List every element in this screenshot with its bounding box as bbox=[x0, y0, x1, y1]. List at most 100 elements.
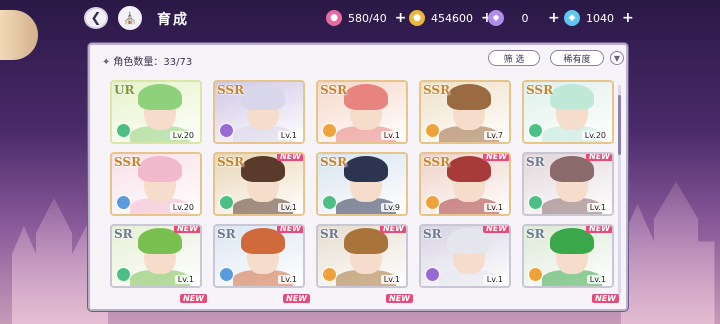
sort-rarity-button[interactable]: 稀有度 bbox=[550, 50, 604, 66]
top-bar: ❮ ⛪ 育成 ● 580/40 + ● 454600 + ◆ 0 + ◆ 104… bbox=[0, 0, 720, 36]
character-card[interactable]: SR Lv.1 NEW bbox=[316, 224, 408, 288]
rarity-badge: SSR bbox=[217, 155, 245, 169]
level-label: Lv.7 bbox=[483, 131, 506, 140]
character-card[interactable]: SSR Lv.7 bbox=[419, 80, 511, 144]
home-icon: ⛪ bbox=[123, 11, 137, 25]
attribute-icon bbox=[528, 195, 543, 210]
character-card[interactable]: SSR Lv.20 bbox=[110, 152, 202, 216]
level-label: Lv.1 bbox=[174, 275, 197, 284]
new-badge: NEW bbox=[586, 226, 612, 233]
attribute-icon bbox=[116, 123, 131, 138]
new-badge-next-row: NEW bbox=[283, 294, 310, 303]
blue-gem-icon: ◆ bbox=[564, 10, 580, 26]
character-card[interactable]: SR Lv.1 NEW bbox=[110, 224, 202, 288]
character-card[interactable]: SR Lv.1 NEW bbox=[213, 224, 305, 288]
character-card[interactable]: UR Lv.20 bbox=[110, 80, 202, 144]
character-count-label: 角色数量：33/73 bbox=[113, 57, 193, 68]
new-badge-next-row: NEW bbox=[386, 294, 413, 303]
attribute-icon bbox=[219, 267, 234, 282]
level-label: Lv.9 bbox=[380, 203, 403, 212]
purple-gem-icon: ◆ bbox=[488, 10, 504, 26]
scrollbar[interactable] bbox=[618, 85, 621, 295]
level-label: Lv.20 bbox=[169, 131, 197, 140]
add-blue-gem-button[interactable]: + bbox=[622, 10, 634, 26]
character-card[interactable]: SSR Lv.1 NEW bbox=[213, 152, 305, 216]
character-hair bbox=[344, 84, 388, 110]
back-arrow-icon: ❮ bbox=[90, 10, 102, 26]
new-badge: NEW bbox=[277, 154, 303, 161]
attribute-icon bbox=[219, 123, 234, 138]
character-grid: UR Lv.20 SSR Lv.1 SSR Lv.1 SSR Lv.7 SSR Lv.20 SSR L… bbox=[110, 80, 616, 310]
character-card[interactable]: SR Lv.1 NEW bbox=[522, 152, 614, 216]
add-purple-gem-button[interactable]: + bbox=[548, 10, 560, 26]
rarity-badge: SSR bbox=[320, 155, 348, 169]
add-candy-button[interactable]: + bbox=[395, 10, 407, 26]
attribute-icon bbox=[219, 195, 234, 210]
chevron-down-icon: ▼ bbox=[613, 53, 621, 63]
level-label: Lv.1 bbox=[277, 203, 300, 212]
character-card[interactable]: SSR Lv.20 bbox=[522, 80, 614, 144]
character-card[interactable]: SSR Lv.9 bbox=[316, 152, 408, 216]
character-card[interactable]: SSR Lv.1 bbox=[316, 80, 408, 144]
rarity-badge: SSR bbox=[114, 155, 142, 169]
rarity-badge: SSR bbox=[423, 155, 451, 169]
filter-button[interactable]: 筛 选 bbox=[488, 50, 540, 66]
attribute-icon bbox=[425, 195, 440, 210]
rarity-badge: UR bbox=[114, 83, 135, 97]
character-card[interactable]: SSR Lv.1 bbox=[213, 80, 305, 144]
level-label: Lv.1 bbox=[586, 203, 609, 212]
new-badge-next-row: NEW bbox=[180, 294, 207, 303]
character-hair bbox=[447, 84, 491, 110]
level-label: Lv.20 bbox=[169, 203, 197, 212]
level-label: Lv.1 bbox=[380, 275, 403, 284]
level-label: Lv.1 bbox=[483, 275, 506, 284]
new-badge: NEW bbox=[483, 154, 509, 161]
resource-purple-gem: ◆ 0 + bbox=[488, 8, 560, 28]
attribute-icon bbox=[528, 123, 543, 138]
page-title: 育成 bbox=[157, 12, 189, 28]
resource-purple-gem-value: 0 bbox=[521, 11, 529, 25]
new-badge-next-row: NEW bbox=[592, 294, 619, 303]
character-card[interactable]: SR Lv.1 NEW bbox=[419, 224, 511, 288]
sparkle-icon: ✦ bbox=[102, 57, 111, 68]
rarity-badge: SSR bbox=[217, 83, 245, 97]
character-panel: ✦ 角色数量：33/73 筛 选 稀有度 ▼ UR Lv.20 SSR Lv.1 SSR L… bbox=[88, 43, 628, 311]
attribute-icon bbox=[322, 267, 337, 282]
attribute-icon bbox=[116, 195, 131, 210]
rarity-badge: SSR bbox=[423, 83, 451, 97]
new-badge: NEW bbox=[483, 226, 509, 233]
candy-icon: ● bbox=[326, 10, 342, 26]
resource-candy: ● 580/40 + bbox=[326, 8, 406, 28]
character-hair bbox=[344, 156, 388, 182]
character-count: ✦ 角色数量：33/73 bbox=[102, 53, 192, 68]
rarity-badge: SSR bbox=[526, 83, 554, 97]
new-badge: NEW bbox=[277, 226, 303, 233]
character-hair bbox=[138, 156, 182, 182]
home-button[interactable]: ⛪ bbox=[118, 6, 142, 30]
resource-blue-gem-value: 1040 bbox=[586, 11, 614, 25]
character-hair bbox=[241, 84, 285, 110]
character-hair bbox=[550, 84, 594, 110]
rarity-badge: SSR bbox=[320, 83, 348, 97]
new-badge: NEW bbox=[174, 226, 200, 233]
character-card[interactable]: SR Lv.1 NEW bbox=[522, 224, 614, 288]
new-badge: NEW bbox=[380, 226, 406, 233]
rarity-badge: SR bbox=[114, 227, 133, 241]
new-badge: NEW bbox=[586, 154, 612, 161]
resource-coin-value: 454600 bbox=[431, 11, 473, 25]
level-label: Lv.20 bbox=[581, 131, 609, 140]
level-label: Lv.1 bbox=[380, 131, 403, 140]
rarity-badge: SR bbox=[526, 227, 545, 241]
level-label: Lv.1 bbox=[586, 275, 609, 284]
character-hair bbox=[138, 84, 182, 110]
resource-blue-gem: ◆ 1040 + bbox=[564, 8, 634, 28]
attribute-icon bbox=[116, 267, 131, 282]
scrollbar-thumb[interactable] bbox=[618, 95, 621, 155]
rarity-badge: SR bbox=[320, 227, 339, 241]
back-button[interactable]: ❮ bbox=[84, 7, 108, 29]
character-card[interactable]: SSR Lv.1 NEW bbox=[419, 152, 511, 216]
rarity-badge: SR bbox=[217, 227, 236, 241]
rarity-badge: SR bbox=[423, 227, 442, 241]
sort-order-button[interactable]: ▼ bbox=[610, 51, 624, 65]
level-label: Lv.1 bbox=[483, 203, 506, 212]
